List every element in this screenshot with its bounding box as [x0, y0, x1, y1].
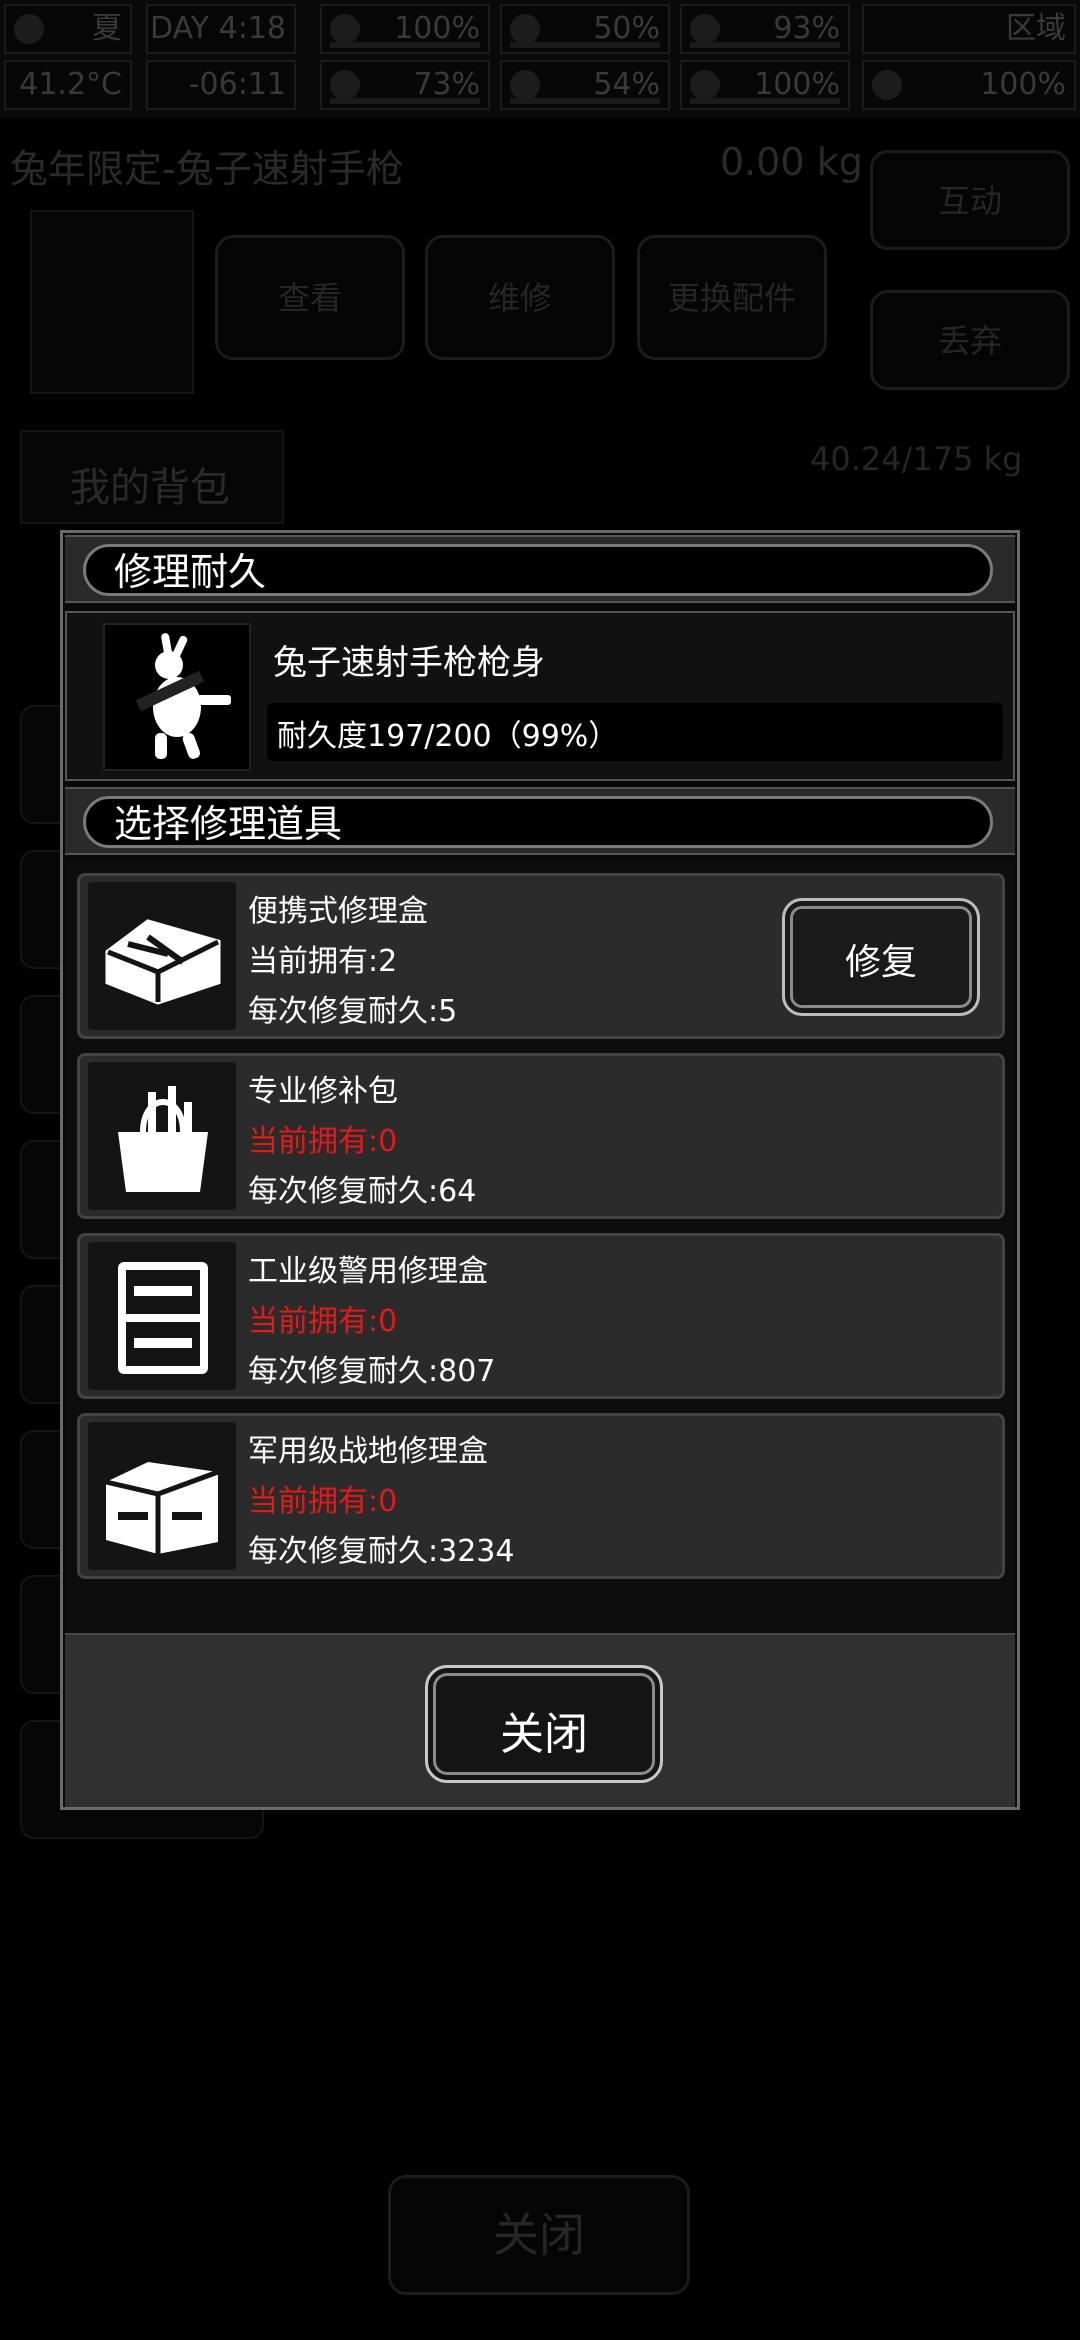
tool-owned-count: 当前拥有:0: [248, 1124, 398, 1159]
armor-cell: 93%: [680, 4, 850, 54]
tool-chest-icon: [88, 1422, 236, 1570]
temperature-cell: 41.2°C: [4, 60, 132, 110]
repair-button[interactable]: 修复: [782, 898, 980, 1016]
speaker-icon: [872, 70, 902, 100]
medkit-icon: [330, 14, 360, 44]
maintain-button[interactable]: 维修: [425, 235, 615, 360]
bird-icon: [510, 14, 540, 44]
mood-cell: 100%: [680, 60, 850, 110]
tool-name: 专业修补包: [248, 1074, 398, 1109]
repair-header: 修理耐久: [65, 535, 1015, 603]
dialog-footer: 关闭: [65, 1633, 1015, 1807]
health-cell: 100%: [320, 4, 490, 54]
tool-bag-icon: [88, 1062, 236, 1210]
tool-name: 军用级战地修理盒: [248, 1434, 488, 1469]
interact-label: 互动: [937, 182, 1002, 220]
item-name: 兔子速射手枪枪身: [273, 643, 545, 683]
sun-icon: [14, 14, 44, 44]
thirst-cell: 54%: [500, 60, 670, 110]
background-close-button[interactable]: 关闭: [388, 2175, 690, 2295]
status-hud: 夏 DAY 4:18 100% 50% 93% 区域 41.2°C -06:11…: [0, 0, 1080, 118]
tool-repair-amount: 每次修复耐久:5: [248, 994, 458, 1029]
tool-card-pro-repair-bag: 专业修补包 当前拥有:0 每次修复耐久:64: [77, 1053, 1005, 1219]
tool-owned-count: 当前拥有:0: [248, 1304, 398, 1339]
tool-name: 工业级警用修理盒: [248, 1254, 488, 1289]
tools-header-pill: 选择修理道具: [83, 796, 993, 848]
weapon-thumbnail: [30, 210, 194, 394]
repair-button-label: 修复: [844, 942, 917, 983]
tool-repair-amount: 每次修复耐久:64: [248, 1174, 477, 1209]
weapon-title: 兔年限定-兔子速射手枪: [10, 147, 404, 191]
view-button[interactable]: 查看: [215, 235, 405, 360]
tool-card-portable-kit: 便携式修理盒 当前拥有:2 每次修复耐久:5 修复: [77, 873, 1005, 1039]
repair-header-pill: 修理耐久: [83, 544, 993, 596]
close-button-label: 关闭: [500, 1709, 588, 1760]
tool-case-icon: [88, 1242, 236, 1390]
repair-dialog: 修理耐久 兔子速射手枪枪身 耐久度197/200（99%） 选择修理道具 便携式…: [60, 530, 1020, 1810]
replace-parts-button[interactable]: 更换配件: [637, 235, 827, 360]
tool-repair-amount: 每次修复耐久:3234: [248, 1534, 515, 1569]
zone-cell: 区域: [862, 4, 1076, 54]
bag-label: 我的背包: [70, 465, 230, 511]
tool-owned-count: 当前拥有:0: [248, 1484, 398, 1519]
repair-header-title: 修理耐久: [114, 550, 267, 594]
tool-card-police-repair-case: 工业级警用修理盒 当前拥有:0 每次修复耐久:807: [77, 1233, 1005, 1399]
toolbox-icon: [88, 882, 236, 1030]
tool-list: 便携式修理盒 当前拥有:2 每次修复耐久:5 修复 专业修补包 当前拥有:0 每…: [65, 861, 1015, 1641]
rabbit-pistol-icon: [103, 623, 251, 771]
hunger-cell: 73%: [320, 60, 490, 110]
water-drop-icon: [510, 70, 540, 100]
battery-cell: 100%: [862, 60, 1076, 110]
day-cell: DAY 4:18: [146, 4, 296, 54]
helmet-icon: [690, 14, 720, 44]
weapon-weight: 0.00 kg: [720, 140, 863, 184]
close-button[interactable]: 关闭: [425, 1665, 663, 1783]
discard-button[interactable]: 丢弃: [870, 290, 1070, 390]
durability-box: 耐久度197/200（99%）: [267, 703, 1003, 761]
season-cell: 夏: [4, 4, 132, 54]
tool-card-military-repair-chest: 军用级战地修理盒 当前拥有:0 每次修复耐久:3234: [77, 1413, 1005, 1579]
tool-owned-count: 当前拥有:2: [248, 944, 398, 979]
brain-icon: [330, 70, 360, 100]
durability-text: 耐久度197/200（99%）: [277, 719, 619, 754]
stamina-cell: 50%: [500, 4, 670, 54]
interact-button[interactable]: 互动: [870, 150, 1070, 250]
bag-weight: 40.24/175 kg: [810, 440, 1023, 478]
tool-repair-amount: 每次修复耐久:807: [248, 1354, 496, 1389]
heart-icon: [690, 70, 720, 100]
time-cell: -06:11: [146, 60, 296, 110]
item-info-panel: 兔子速射手枪枪身 耐久度197/200（99%）: [65, 611, 1015, 781]
tool-name: 便携式修理盒: [248, 894, 428, 929]
tools-header-title: 选择修理道具: [114, 802, 343, 846]
tools-header: 选择修理道具: [65, 787, 1015, 855]
